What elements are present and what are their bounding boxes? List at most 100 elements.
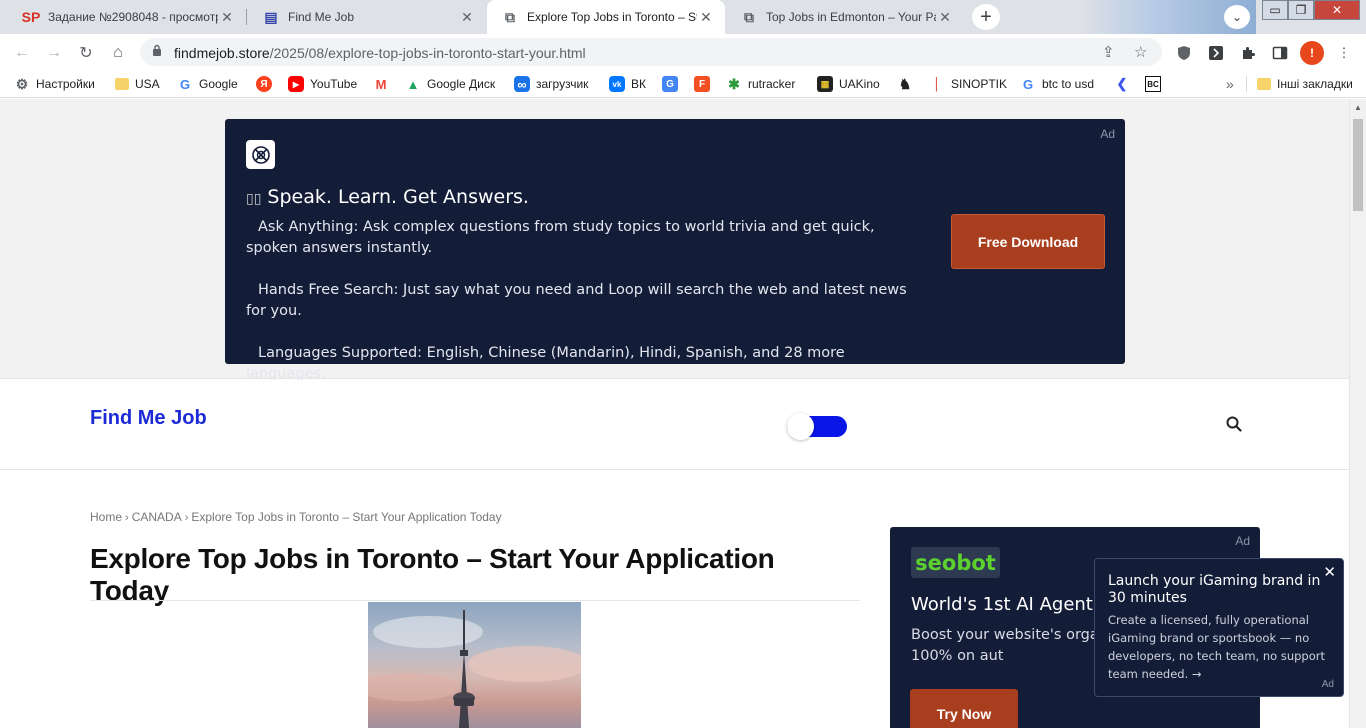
new-tab-button[interactable]: + [972,4,1000,30]
home-button[interactable]: ⌂ [105,40,131,66]
breadcrumb-home[interactable]: Home [90,510,122,524]
tab-find-me-job[interactable]: ▤ Find Me Job ✕ [248,0,486,34]
bookmark-youtube[interactable]: ▶ YouTube [288,75,357,93]
ad-label: Ad [1321,679,1334,690]
url-text[interactable]: findmejob.store/2025/08/explore-top-jobs… [174,45,586,61]
bookmark-other-folder[interactable]: Інші закладки [1257,75,1353,93]
thermometer-icon: │ [933,77,941,91]
extensions-puzzle-icon[interactable] [1238,43,1258,63]
bookmark-uakino[interactable]: ▦ UAKino [817,75,880,93]
bookmark-sinoptik[interactable]: │ SINOPTIK [929,75,1007,93]
site-logo[interactable]: Find Me Job [90,407,207,430]
page-favicon-icon: ⧉ [505,8,515,25]
bookmark-yandex[interactable]: Я [256,75,278,93]
tab-zadanie[interactable]: SP Задание №2908048 - просмотр ✕ [8,0,246,34]
chess-icon: ♞ [898,75,912,92]
bookmark-star-icon[interactable]: ☆ [1134,43,1147,61]
address-bar[interactable]: findmejob.store/2025/08/explore-top-jobs… [140,38,1162,66]
tab-strip: SP Задание №2908048 - просмотр ✕ ▤ Find … [0,0,1366,34]
chevron-right-icon: › [184,512,189,524]
bookmark-translate[interactable]: G [662,75,684,93]
bookmark-btc-to-usd[interactable]: G btc to usd [1020,75,1094,93]
toolbar: ← → ↻ ⌂ findmejob.store/2025/08/explore-… [0,34,1366,70]
tab-close-icon[interactable]: ✕ [936,9,954,26]
tab-close-icon[interactable]: ✕ [697,9,715,26]
ublock-icon[interactable] [1174,43,1194,63]
bookmark-usa[interactable]: USA [115,75,160,93]
back-button[interactable]: ← [9,40,35,66]
reload-button[interactable]: ↻ [73,40,99,66]
ad-label: Ad [1235,534,1250,548]
seobot-logo: seobot [911,547,1000,578]
profile-avatar[interactable]: ! [1300,41,1324,65]
bookmark-google-drive[interactable]: ▲ Google Диск [405,75,496,93]
app-logo-icon [246,140,275,169]
folder-icon [115,78,129,90]
drive-icon: ▲ [406,76,420,92]
close-icon[interactable]: ✕ [1323,563,1336,581]
bookmark-google[interactable]: G Google [177,75,238,93]
site-favicon-icon: ▤ [264,8,278,25]
tab-edmonton[interactable]: ⧉ Top Jobs in Edmonton – Your Pat ✕ [726,0,964,34]
ad-headline: World's 1st AI Agent fo [911,594,1116,615]
window-close-button[interactable]: ✕ [1314,0,1360,20]
share-icon[interactable]: ⇪ [1102,43,1115,61]
google-icon: G [1022,76,1034,92]
dark-mode-toggle[interactable] [787,413,847,440]
bookmark-nastroiki[interactable]: ⚙ Настройки [14,75,95,93]
tab-close-icon[interactable]: ✕ [458,9,476,26]
ad-label: Ad [1100,127,1115,141]
loader-icon: ∞ [514,76,530,92]
extension-arrow-icon[interactable] [1206,43,1226,63]
sp-favicon-icon: SP [21,9,41,25]
breadcrumb-current: Explore Top Jobs in Toronto – Start Your… [191,510,502,524]
forward-button[interactable]: → [41,40,67,66]
ad-description: Ask Anything: Ask complex questions from… [246,219,907,382]
tab-search-button[interactable]: ⌄ [1224,5,1250,29]
site-header: Find Me Job [0,380,1349,470]
bookmark-gmail[interactable]: M [373,75,395,93]
page-favicon-icon: ⧉ [744,8,754,25]
restore-button[interactable]: ❐ [1288,0,1314,20]
tab-close-icon[interactable]: ✕ [218,9,236,26]
search-icon[interactable] [1226,416,1244,434]
try-now-button[interactable]: Try Now [910,689,1018,728]
tab-title: Find Me Job [288,10,355,24]
tab-toronto-active[interactable]: ⧉ Explore Top Jobs in Toronto – Sta ✕ [487,0,725,34]
chevron-right-icon: › [125,512,129,524]
bookmark-vk[interactable]: vk ВК [609,75,646,93]
menu-kebab-icon[interactable]: ⋮ [1334,43,1354,63]
bookmark-chevron[interactable]: ❮ [1114,75,1136,93]
vk-icon: vk [609,76,625,92]
bookmark-chess[interactable]: ♞ [897,75,919,93]
popup-description: Create a licensed, fully operational iGa… [1108,613,1326,681]
bookmarks-bar: ⚙ Настройки USA G Google Я ▶ YouTube M ▲… [0,70,1366,98]
tab-separator [246,9,247,25]
rutracker-icon: ✱ [728,75,740,92]
bookmark-bc[interactable]: BC [1145,75,1167,93]
lock-icon[interactable] [152,44,162,59]
ad-headline: ▯▯ Speak. Learn. Get Answers. [246,186,529,208]
gear-icon: ⚙ [15,75,29,92]
translate-icon: G [662,76,678,92]
popup-ad[interactable]: ✕ Launch your iGaming brand in 30 minute… [1094,558,1344,697]
uakino-icon: ▦ [817,76,833,92]
tab-title: Explore Top Jobs in Toronto – Sta [527,10,697,24]
f-icon: F [694,76,710,92]
yandex-icon: Я [256,76,272,92]
scrollbar-thumb[interactable] [1353,119,1363,211]
google-icon: G [179,76,191,92]
top-ad-banner[interactable]: Ad ▯▯ Speak. Learn. Get Answers. Ask Anyt… [225,119,1125,382]
free-download-button[interactable]: Free Download [951,214,1105,269]
bookmark-rutracker[interactable]: ✱ rutracker [726,75,795,93]
scroll-up-icon[interactable]: ▲ [1354,103,1362,112]
hero-image-cn-tower [368,602,581,728]
page-viewport: Ad ▯▯ Speak. Learn. Get Answers. Ask Anyt… [0,99,1349,728]
bookmark-f[interactable]: F [694,75,716,93]
bookmarks-more-button[interactable]: » [1226,75,1234,93]
side-panel-icon[interactable] [1270,43,1290,63]
minimize-button[interactable]: ▭ [1262,0,1288,20]
vertical-scrollbar[interactable]: ▲ [1349,99,1366,728]
breadcrumb-category[interactable]: CANADA [132,510,182,524]
bookmark-zagruzchik[interactable]: ∞ загрузчик [514,75,588,93]
